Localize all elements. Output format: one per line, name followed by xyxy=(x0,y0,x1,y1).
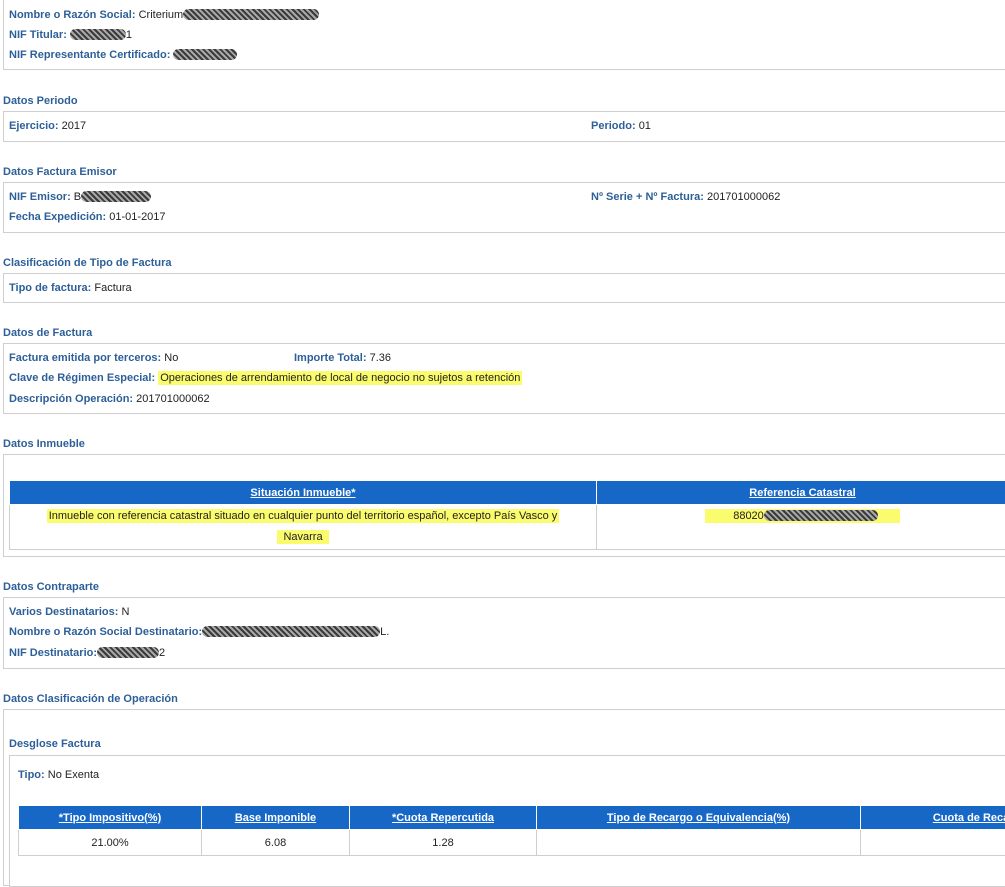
titular-nombre-value: Criterium xyxy=(139,9,184,21)
tipo-operacion: Tipo: No Exenta xyxy=(18,769,99,781)
contraparte-box: Varios Destinatarios: N Nombre o Razón S… xyxy=(3,597,1005,669)
nombre-dest-suffix: L. xyxy=(380,626,389,638)
table-row: 21.00% 6.08 1.28 xyxy=(19,830,1005,856)
fecha-label: Fecha Expedición: xyxy=(9,211,106,223)
section-title-clasificacion: Clasificación de Tipo de Factura xyxy=(3,257,172,269)
nif-dest-suffix: 2 xyxy=(159,647,165,659)
tipo-factura: Tipo de factura: Factura xyxy=(9,282,132,294)
col-referencia[interactable]: Referencia Catastral xyxy=(597,481,1005,505)
table-row: Inmueble con referencia catastral situad… xyxy=(10,505,1005,550)
inmueble-table: Situación Inmueble* Referencia Catastral… xyxy=(9,480,1005,550)
col-cuota-recargo[interactable]: Cuota de Recargo xyxy=(861,806,1005,830)
serie-value: 201701000062 xyxy=(707,191,780,203)
tipo-factura-value: Factura xyxy=(94,282,131,294)
nombre-destinatario: Nombre o Razón Social Destinatario: L. xyxy=(9,626,389,638)
descripcion-label: Descripción Operación: xyxy=(9,393,133,405)
section-title-operacion: Datos Clasificación de Operación xyxy=(3,693,178,705)
emisor-fecha: Fecha Expedición: 01-01-2017 xyxy=(9,211,166,223)
tipo-factura-label: Tipo de factura: xyxy=(9,282,91,294)
redacted-mark xyxy=(183,9,319,20)
emisor-box: NIF Emisor: B Nº Serie + Nº Factura: 201… xyxy=(3,182,1005,233)
col-situacion[interactable]: Situación Inmueble* xyxy=(10,481,597,505)
factura-importe: Importe Total: 7.36 xyxy=(294,352,391,364)
titular-representante: NIF Representante Certificado: xyxy=(9,49,237,61)
varios-destinatarios: Varios Destinatarios: N xyxy=(9,606,129,618)
cell-cuota-recargo xyxy=(861,830,1005,856)
periodo-label: Periodo: xyxy=(591,120,636,132)
col-cuota-repercutida[interactable]: *Cuota Repercutida xyxy=(350,806,537,830)
nif-destinatario: NIF Destinatario: 2 xyxy=(9,647,165,659)
factura-terceros: Factura emitida por terceros: No xyxy=(9,352,178,364)
desglose-box: Tipo: No Exenta *Tipo Impositivo(%) Base… xyxy=(9,755,1005,887)
varios-label: Varios Destinatarios: xyxy=(9,606,118,618)
nombre-dest-label: Nombre o Razón Social Destinatario: xyxy=(9,626,202,638)
importe-value: 7.36 xyxy=(370,352,391,364)
titular-nif-suffix: 1 xyxy=(126,29,132,41)
clave-label: Clave de Régimen Especial: xyxy=(9,372,155,384)
periodo-box: Ejercicio: 2017 Periodo: 01 xyxy=(3,111,1005,142)
situacion-cell: Inmueble con referencia catastral situad… xyxy=(10,505,597,550)
section-title-periodo: Datos Periodo xyxy=(3,95,78,107)
redacted-mark xyxy=(81,191,151,202)
referencia-prefix: 88020 xyxy=(733,510,764,522)
clave-value: Operaciones de arrendamiento de local de… xyxy=(158,371,522,385)
section-title-contraparte: Datos Contraparte xyxy=(3,581,99,593)
col-tipo-impositivo[interactable]: *Tipo Impositivo(%) xyxy=(19,806,202,830)
redacted-mark xyxy=(764,510,878,521)
situacion-line1: Inmueble con referencia catastral situad… xyxy=(47,509,560,523)
terceros-value: No xyxy=(164,352,178,364)
referencia-cell: 88020 xyxy=(597,505,1005,550)
factura-descripcion: Descripción Operación: 201701000062 xyxy=(9,393,210,405)
tipo-label: Tipo: xyxy=(18,769,45,781)
redacted-mark xyxy=(202,626,380,637)
inmueble-box: Situación Inmueble* Referencia Catastral… xyxy=(3,454,1005,557)
col-cuota-recargo-label: Cuota de Recargo xyxy=(933,812,1005,824)
operacion-box: Desglose Factura Tipo: No Exenta *Tipo I… xyxy=(3,709,1005,886)
periodo-value: 01 xyxy=(639,120,651,132)
titular-nif: NIF Titular: 1 xyxy=(9,29,132,41)
titular-rep-label: NIF Representante Certificado: xyxy=(9,49,170,61)
importe-label: Importe Total: xyxy=(294,352,367,364)
section-title-factura: Datos de Factura xyxy=(3,327,92,339)
factura-clave: Clave de Régimen Especial: Operaciones d… xyxy=(9,372,522,384)
redacted-mark xyxy=(70,29,126,40)
terceros-label: Factura emitida por terceros: xyxy=(9,352,161,364)
cell-tipo-recargo xyxy=(537,830,861,856)
col-tipo-recargo[interactable]: Tipo de Recargo o Equivalencia(%) xyxy=(537,806,861,830)
periodo-periodo: Periodo: 01 xyxy=(591,120,651,132)
redacted-mark xyxy=(97,647,159,658)
tipo-value: No Exenta xyxy=(48,769,99,781)
ejercicio-label: Ejercicio: xyxy=(9,120,59,132)
section-title-emisor: Datos Factura Emisor xyxy=(3,166,117,178)
situacion-line2: Navarra xyxy=(277,530,328,544)
cell-tipo-impositivo: 21.00% xyxy=(19,830,202,856)
redacted-mark xyxy=(173,49,237,60)
titular-nombre: Nombre o Razón Social: Criterium xyxy=(9,9,319,21)
titular-box: Nombre o Razón Social: Criterium NIF Tit… xyxy=(3,0,1005,70)
desglose-title: Desglose Factura xyxy=(9,738,101,750)
col-base-imponible[interactable]: Base Imponible xyxy=(202,806,350,830)
descripcion-value: 201701000062 xyxy=(136,393,209,405)
fecha-value: 01-01-2017 xyxy=(109,211,165,223)
desglose-table: *Tipo Impositivo(%) Base Imponible *Cuot… xyxy=(18,805,1005,856)
factura-box: Factura emitida por terceros: No Importe… xyxy=(3,343,1005,414)
nif-emisor-label: NIF Emisor: xyxy=(9,191,71,203)
clasificacion-box: Tipo de factura: Factura xyxy=(3,273,1005,303)
nif-emisor-prefix: B xyxy=(74,191,81,203)
emisor-nif: NIF Emisor: B xyxy=(9,191,151,203)
serie-label: Nº Serie + Nº Factura: xyxy=(591,191,704,203)
varios-value: N xyxy=(122,606,130,618)
titular-nif-label: NIF Titular: xyxy=(9,29,67,41)
periodo-ejercicio: Ejercicio: 2017 xyxy=(9,120,86,132)
section-title-inmueble: Datos Inmueble xyxy=(3,438,85,450)
cell-base-imponible: 6.08 xyxy=(202,830,350,856)
emisor-serie: Nº Serie + Nº Factura: 201701000062 xyxy=(591,191,780,203)
referencia-value: 88020 xyxy=(705,509,900,523)
cell-cuota-repercutida: 1.28 xyxy=(350,830,537,856)
nif-dest-label: NIF Destinatario: xyxy=(9,647,97,659)
ejercicio-value: 2017 xyxy=(62,120,86,132)
titular-nombre-label: Nombre o Razón Social: xyxy=(9,9,136,21)
